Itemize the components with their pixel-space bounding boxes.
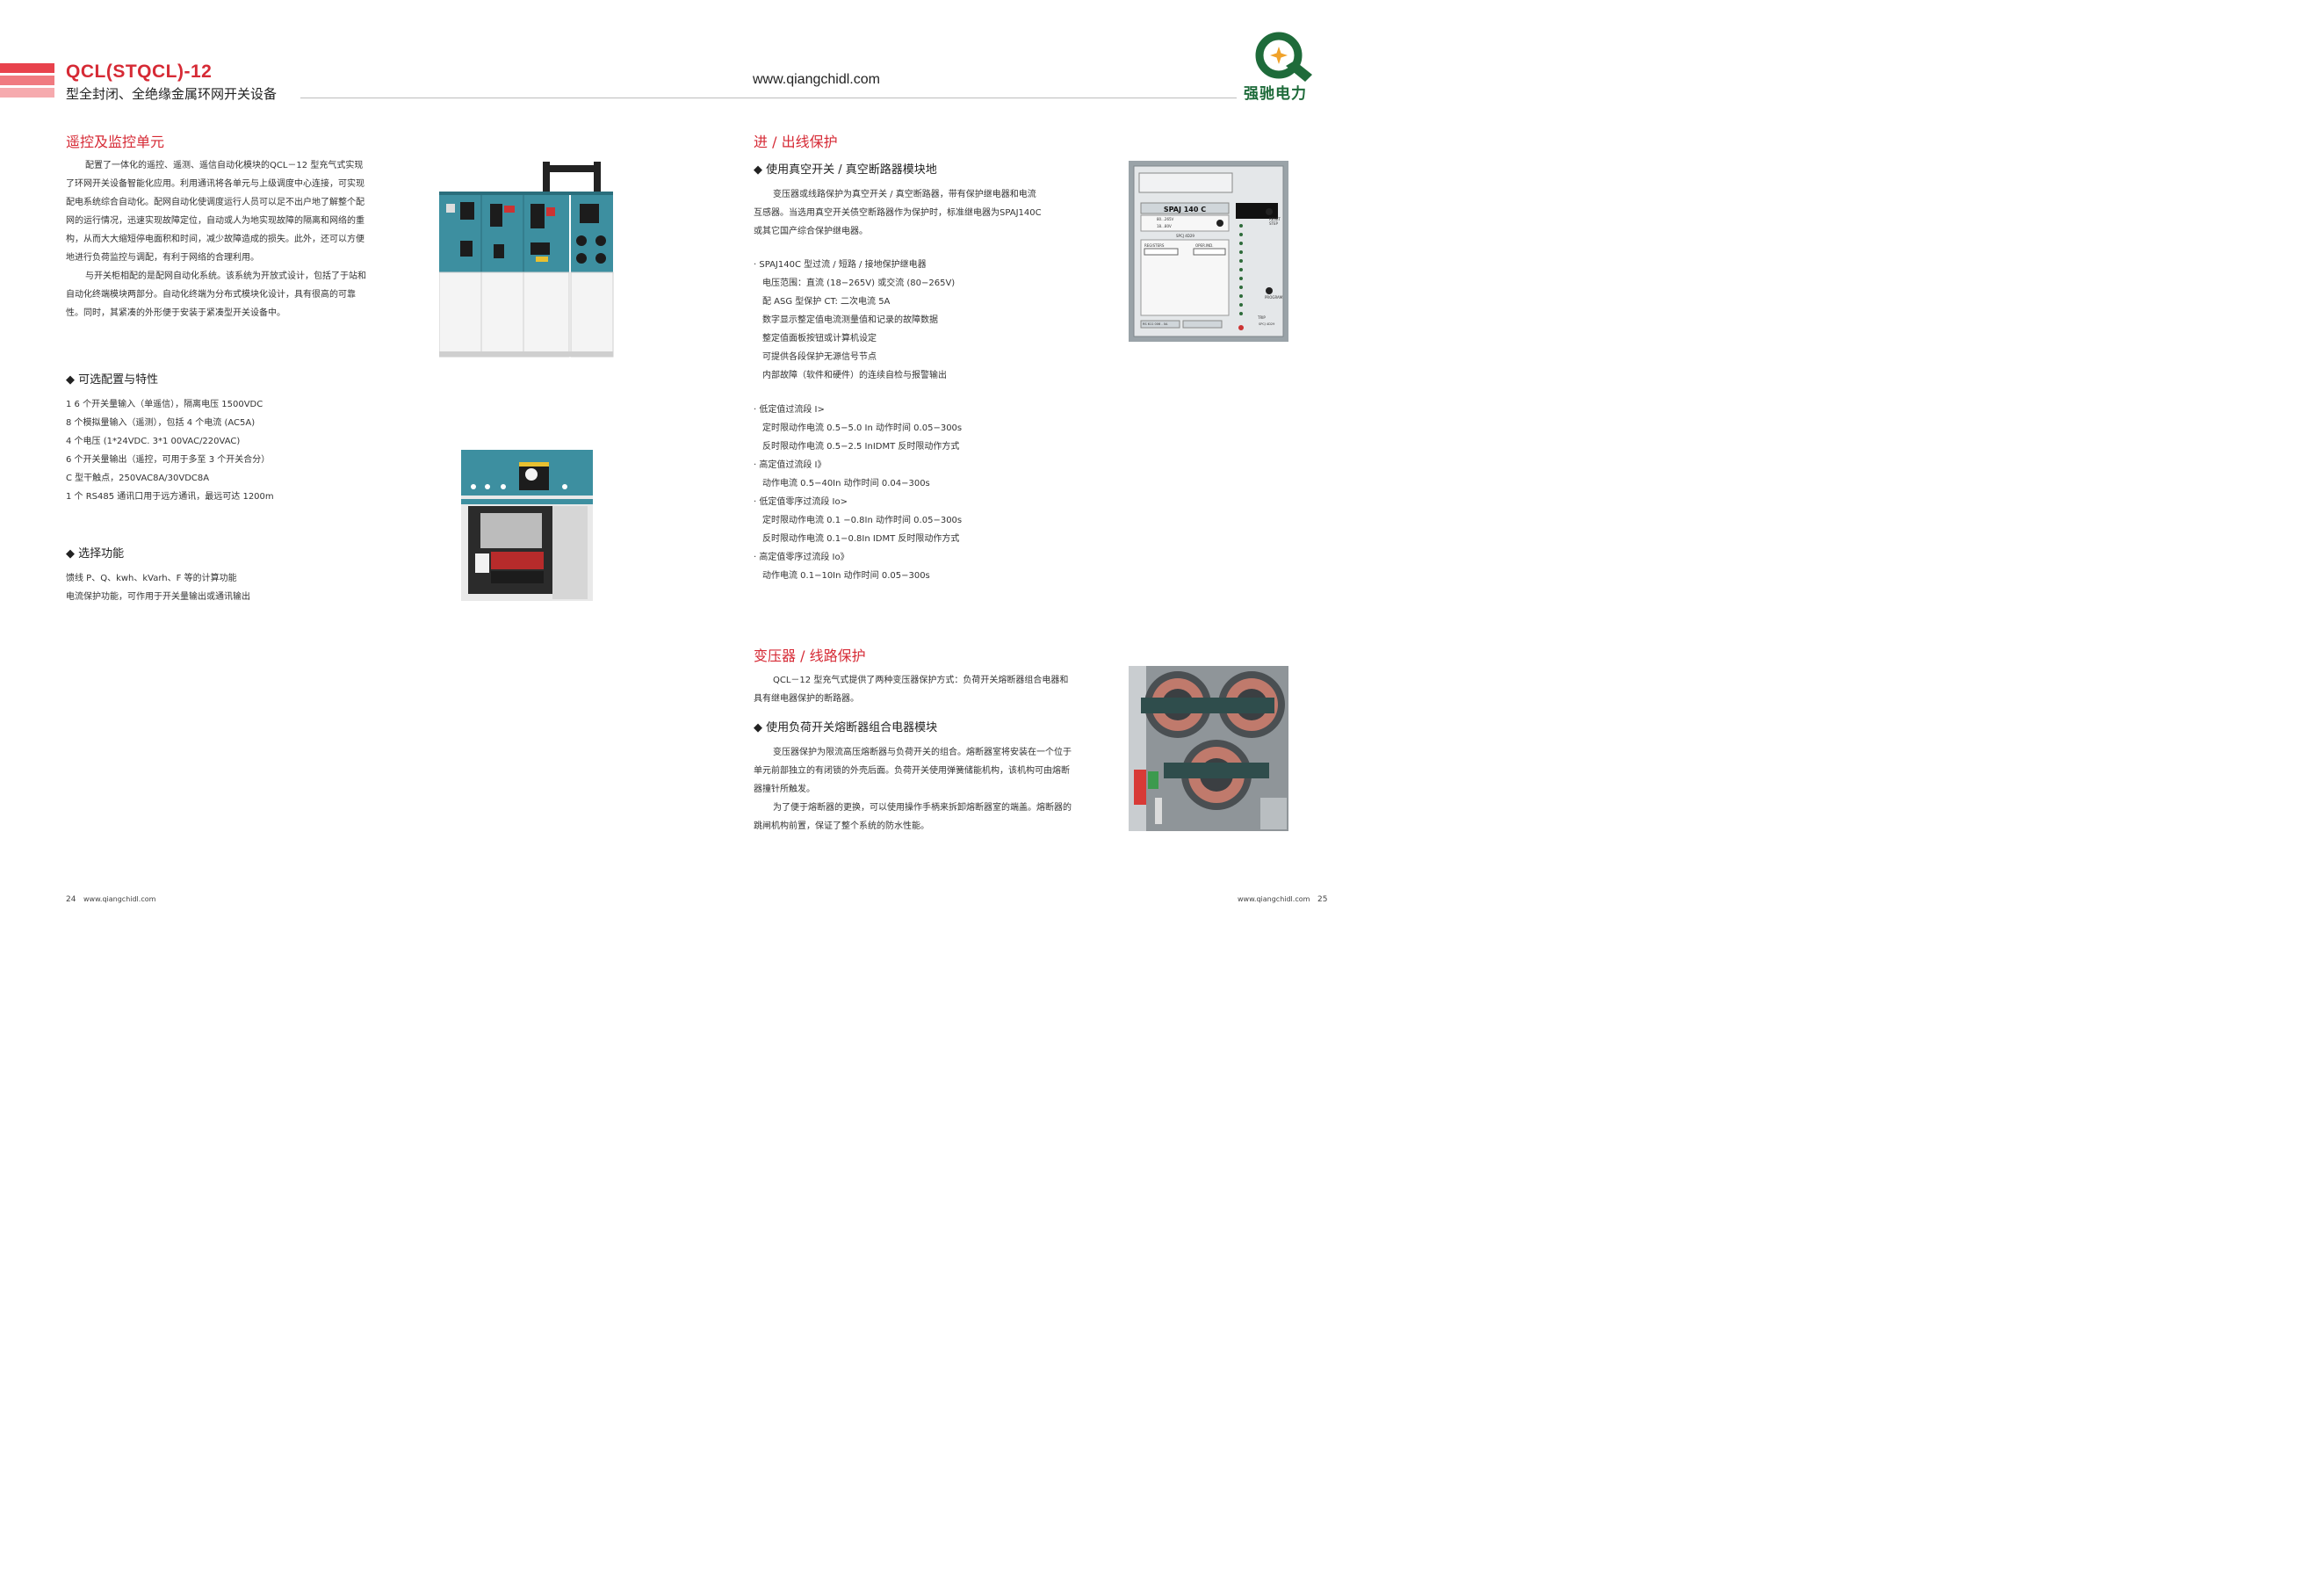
remote-text: 配置了一体化的遥控、遥测、遥信自动化模块的QCL－12 型充气式实现了环网开关设…: [66, 156, 372, 322]
relay-oper-label: OPER.IND.: [1195, 243, 1214, 248]
inout-paragraph: 变压器或线路保护为真空开关 / 真空断路器，带有保护继电器和电流互感器。当选用真…: [754, 190, 1042, 236]
section-title-remote: 遥控及监控单元: [66, 134, 165, 150]
list-item: 电压范围：直流 (18−265V) 或交流 (80−265V): [762, 279, 956, 288]
page-subtitle: 型全封闭、全绝缘金属环网开关设备: [66, 86, 278, 102]
brand-name: 强驰电力: [1244, 85, 1307, 103]
header-url[interactable]: www.qiangchidl.com: [753, 72, 880, 88]
fuse-compartment-image: [1129, 666, 1288, 831]
list-item: 动作电流 0.5−40In 动作时间 0.04−300s: [762, 479, 930, 488]
section-title-inout: 进 / 出线保护: [754, 134, 838, 150]
inout-text: 变压器或线路保护为真空开关 / 真空断路器，带有保护继电器和电流互感器。当选用真…: [754, 185, 1043, 241]
options-list: 1 6 个开关量输入（单遥信），隔离电压 1500VDC 8 个模拟量输入（遥测…: [66, 395, 274, 506]
list-item: 配 ASG 型保护 CT: 二次电流 5A: [762, 297, 891, 307]
relay-footer-right: SPCJ 4D29: [1259, 322, 1275, 326]
list-item: 反时限动作电流 0.5−2.5 InIDMT 反时限动作方式: [762, 442, 960, 452]
footer-right: www.qiangchidl.com 25: [1238, 895, 1332, 904]
list-item: 1 个 RS485 通讯口用于远方通讯，最远可达 1200m: [66, 492, 274, 502]
relay-panel-image: SPAJ 140 C 80...265V 18...80V SPCJ 4D29 …: [1129, 161, 1288, 342]
page-number-right: 25: [1317, 895, 1328, 904]
relay-spec-list: · SPAJ140C 型过流 / 短路 / 接地保护继电器 电压范围：直流 (1…: [754, 256, 955, 385]
options-heading: ◆ 可选配置与特性: [66, 373, 159, 387]
relay-trip-label: TRIP: [1258, 315, 1266, 320]
remote-paragraph-1: 配置了一体化的遥控、遥测、遥信自动化模块的QCL－12 型充气式实现了环网开关设…: [66, 161, 364, 263]
page-title: QCL(STQCL)-12: [66, 61, 213, 82]
transformer-intro-paragraph: QCL－12 型充气式提供了两种变压器保护方式：负荷开关熔断器组合电器和具有继电…: [754, 676, 1069, 704]
remote-paragraph-2: 与开关柜相配的是配网自动化系统。该系统为开放式设计，包括了于站和自动化终端模块两…: [66, 271, 366, 318]
relay-range-2: 18...80V: [1157, 224, 1172, 228]
list-item: · SPAJ140C 型过流 / 短路 / 接地保护继电器: [754, 260, 927, 270]
list-item: 反时限动作电流 0.1−0.8In IDMT 反时限动作方式: [762, 534, 960, 544]
list-item: 8 个模拟量输入（遥测），包括 4 个电流 (AC5A): [66, 418, 256, 428]
overcurrent-settings-list: · 低定值过流段 I> 定时限动作电流 0.5−5.0 In 动作时间 0.05…: [754, 401, 962, 585]
header-bar-top: [0, 63, 54, 73]
footer-left: 24 www.qiangchidl.com: [66, 895, 155, 904]
functions-list: 馈线 P、Q、kwh、kVarh、F 等的计算功能 电流保护功能，可作用于开关量…: [66, 569, 250, 606]
page-number-left: 24: [66, 895, 76, 904]
list-item: 馈线 P、Q、kwh、kVarh、F 等的计算功能: [66, 574, 237, 583]
list-item: 可提供各段保护无源信号节点: [762, 352, 877, 362]
transformer-text: 变压器保护为限流高压熔断器与负荷开关的组合。熔断器室将安装在一个位于单元前部独立…: [754, 743, 1074, 836]
list-item: 电流保护功能，可作用于开关量输出或通讯输出: [66, 592, 250, 602]
transformer-paragraph-2: 为了便于熔断器的更换，可以使用操作手柄来拆卸熔断器室的端盖。熔断器的跳闸机构前置…: [754, 803, 1072, 831]
transformer-bullet-heading: ◆ 使用负荷开关熔断器组合电器模块: [754, 721, 938, 734]
list-item: · 高定值过流段 I》: [754, 460, 826, 470]
switchgear-cabinet-image: [439, 160, 615, 358]
relay-model-label: SPAJ 140 C: [1163, 206, 1207, 213]
list-item: 1 6 个开关量输入（单遥信），隔离电压 1500VDC: [66, 400, 263, 409]
transformer-intro: QCL－12 型充气式提供了两种变压器保护方式：负荷开关熔断器组合电器和具有继电…: [754, 671, 1074, 708]
list-item: 动作电流 0.1−10In 动作时间 0.05−300s: [762, 571, 930, 581]
list-item: · 高定值零序过流段 Io》: [754, 553, 849, 562]
list-item: · 低定值过流段 I>: [754, 405, 825, 415]
list-item: 定时限动作电流 0.5−5.0 In 动作时间 0.05−300s: [762, 423, 963, 433]
list-item: 定时限动作电流 0.1 −0.8In 动作时间 0.05−300s: [762, 516, 963, 525]
list-item: 整定值面板按钮或计算机设定: [762, 334, 877, 344]
inout-bullet-heading: ◆ 使用真空开关 / 真空断路器模块地: [754, 163, 937, 177]
functions-heading: ◆ 选择功能: [66, 547, 125, 561]
footer-url-left[interactable]: www.qiangchidl.com: [83, 895, 155, 903]
header-bar-bottom: [0, 88, 54, 98]
transformer-paragraph-1: 变压器保护为限流高压熔断器与负荷开关的组合。熔断器室将安装在一个位于单元前部独立…: [754, 748, 1072, 794]
footer-url-right[interactable]: www.qiangchidl.com: [1238, 895, 1310, 903]
list-item: 数字显示整定值电流测量值和记录的故障数据: [762, 315, 938, 325]
control-unit-image: [461, 450, 593, 601]
list-item: 内部故障（软件和硬件）的连续自检与报警输出: [762, 371, 947, 380]
list-item: 4 个电压 (1*24VDC. 3*1 00VAC/220VAC): [66, 437, 241, 446]
list-item: C 型干触点，250VAC8A/30VDC8A: [66, 474, 210, 483]
relay-module-top: SPCJ 4D29: [1176, 234, 1194, 238]
relay-footer-left: RS 611 006 - 0A: [1143, 322, 1168, 326]
section-title-transformer: 变压器 / 线路保护: [754, 647, 866, 664]
relay-program-label: PROGRAM: [1265, 295, 1283, 300]
relay-registers-label: REGISTERS: [1144, 243, 1165, 248]
relay-range-1: 80...265V: [1157, 217, 1174, 221]
list-item: 6 个开关量输出（遥控，可用于多至 3 个开关合分）: [66, 455, 271, 465]
list-item: · 低定值零序过流段 Io>: [754, 497, 848, 507]
relay-reset-label: RESET STEP: [1269, 217, 1281, 226]
header-bar-mid: [0, 76, 54, 85]
